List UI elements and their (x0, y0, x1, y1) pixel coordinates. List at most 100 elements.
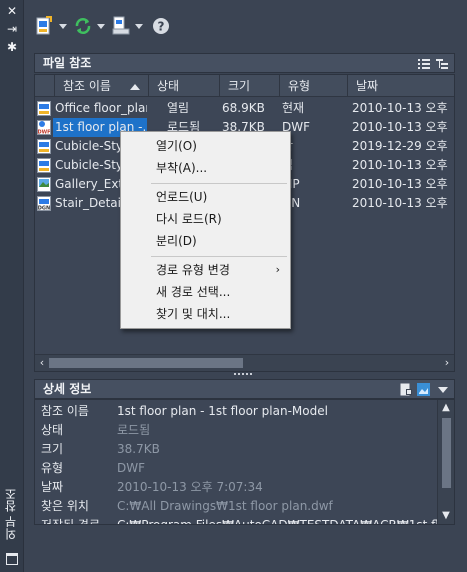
column-type[interactable]: 유형 (280, 75, 348, 97)
cell-type: 첩 (282, 156, 346, 175)
attach-dwg-icon (36, 16, 52, 35)
chevron-down-icon (97, 23, 105, 29)
cell-name: Office floor_plan (55, 101, 147, 115)
cell-size: 68.9KB (222, 101, 265, 115)
menu-item-detach[interactable]: 분리(D) (121, 231, 290, 251)
detail-value[interactable]: C:₩Program Files₩AutoCAD₩TESTDATA₩ACR₩1s… (117, 516, 454, 524)
context-menu: 열기(O) 부착(A)... 언로드(U) 다시 로드(R) 분리(D) 경로 … (120, 131, 291, 329)
dwg-file-icon (37, 158, 51, 173)
detail-row: 찾은 위치 C:₩All Drawings₩1st floor plan.dwf (35, 497, 437, 516)
properties-gear-icon[interactable]: ✱ (4, 40, 20, 54)
detail-row: 상태 로드됨 (35, 421, 437, 440)
details-header: 상세 정보 (34, 379, 455, 399)
list-column-header: 참조 이름 상태 크기 유형 날짜 (35, 75, 454, 97)
chevron-down-icon (135, 23, 143, 29)
menu-item-unload[interactable]: 언로드(U) (121, 187, 290, 207)
scroll-down-icon[interactable]: ▼ (440, 510, 452, 522)
detail-label: 날짜 (41, 480, 64, 494)
toolbar: ? (24, 0, 467, 50)
help-button[interactable]: ? (152, 14, 170, 38)
refresh-icon (75, 18, 91, 34)
scroll-thumb[interactable] (49, 358, 243, 368)
column-label: 상태 (157, 79, 180, 93)
horizontal-scrollbar[interactable]: ‹ › (35, 354, 454, 371)
image-file-icon (37, 177, 51, 192)
cell-type: GN (282, 196, 301, 210)
column-icon-spacer (35, 75, 55, 97)
column-date[interactable]: 날짜 (348, 75, 454, 97)
detail-value: C:₩All Drawings₩1st floor plan.dwf (117, 499, 333, 513)
auto-hide-icon[interactable]: ⇥ (4, 22, 20, 36)
close-palette-icon[interactable]: ✕ (4, 4, 20, 18)
table-row[interactable]: Office floor_plan 열림 68.9KB 현재 2010-10-1… (35, 99, 454, 118)
chevron-down-icon[interactable] (438, 387, 448, 393)
detail-row: 유형 DWF (35, 459, 437, 478)
grip-icon (234, 373, 252, 376)
menu-item-label: 경로 유형 변경 (156, 263, 230, 277)
scroll-thumb[interactable] (442, 418, 451, 488)
change-path-dropdown-button[interactable] (112, 14, 143, 38)
scroll-up-icon[interactable]: ▲ (440, 402, 452, 414)
column-label: 유형 (288, 79, 311, 93)
cell-date: 2019-12-29 오후 (352, 139, 448, 153)
dgn-file-icon: DGN (37, 196, 51, 211)
chevron-down-icon (59, 23, 67, 29)
scroll-left-icon[interactable]: ‹ (36, 356, 48, 370)
column-label: 크기 (228, 79, 251, 93)
palette-side-strip: ✕ ⇥ ✱ 외부 참조 (0, 0, 24, 572)
details-panel: 참조 이름 1st floor plan - 1st floor plan-Mo… (34, 399, 455, 525)
detail-row: 참조 이름 1st floor plan - 1st floor plan-Mo… (35, 402, 437, 421)
chevron-right-icon: › (275, 263, 280, 276)
menu-separator (151, 256, 287, 257)
file-references-header: 파일 참조 (34, 53, 455, 73)
detail-label: 상태 (41, 423, 64, 437)
column-size[interactable]: 크기 (220, 75, 280, 97)
detail-value: 로드됨 (117, 423, 151, 437)
detail-label: 저장된 경로 (41, 518, 101, 525)
cell-date: 2010-10-13 오후 (352, 177, 448, 191)
menu-item-find-and-replace[interactable]: 찾기 및 대치... (121, 304, 290, 324)
column-reference-name[interactable]: 참조 이름 (55, 75, 149, 97)
attach-dropdown-button[interactable] (36, 14, 67, 38)
change-path-icon (112, 16, 130, 35)
cell-date: 2010-10-13 오후 (352, 120, 448, 134)
column-status[interactable]: 상태 (149, 75, 220, 97)
dwg-file-icon (37, 139, 51, 154)
menu-item-open[interactable]: 열기(O) (121, 136, 290, 156)
cell-date: 2010-10-13 오후 (352, 101, 448, 115)
details-view-icon[interactable] (400, 383, 412, 396)
menu-separator (151, 183, 287, 184)
dwf-file-icon: DWF (37, 120, 51, 135)
preview-view-icon[interactable] (417, 383, 430, 396)
refresh-dropdown-button[interactable] (74, 14, 105, 38)
svg-text:DWF: DWF (37, 130, 50, 136)
menu-item-change-path-type[interactable]: 경로 유형 변경 › (121, 260, 290, 280)
file-references-title: 파일 참조 (43, 56, 92, 70)
panel-splitter[interactable] (34, 372, 455, 378)
detail-row: 날짜 2010-10-13 오후 7:07:34 (35, 478, 437, 497)
detail-value[interactable]: 1st floor plan - 1st floor plan-Model (117, 402, 328, 421)
detail-value: DWF (117, 461, 146, 475)
list-view-icon[interactable] (418, 57, 430, 69)
help-icon: ? (153, 18, 169, 34)
detail-label: 참조 이름 (41, 404, 89, 418)
tree-view-icon[interactable] (436, 57, 448, 69)
cell-date: 2010-10-13 오후 (352, 158, 448, 172)
menu-item-select-new-path[interactable]: 새 경로 선택... (121, 282, 290, 302)
cell-type: MP (282, 175, 346, 194)
menu-item-reload[interactable]: 다시 로드(R) (121, 209, 290, 229)
palette-menu-icon[interactable] (6, 553, 18, 565)
detail-label: 찾은 위치 (41, 499, 89, 513)
dwg-file-icon (37, 101, 51, 116)
detail-row: 크기 38.7KB (35, 440, 437, 459)
detail-value: 2010-10-13 오후 7:07:34 (117, 480, 263, 494)
vertical-scrollbar[interactable]: ▲ ▼ (437, 400, 454, 524)
detail-label: 유형 (41, 461, 64, 475)
details-title: 상세 정보 (43, 382, 92, 396)
menu-item-attach[interactable]: 부착(A)... (121, 158, 290, 178)
svg-text:?: ? (158, 20, 165, 34)
column-label: 날짜 (356, 79, 379, 93)
cell-type: 착 (282, 137, 346, 156)
scroll-right-icon[interactable]: › (441, 356, 453, 370)
cell-type: 현재 (282, 101, 305, 115)
